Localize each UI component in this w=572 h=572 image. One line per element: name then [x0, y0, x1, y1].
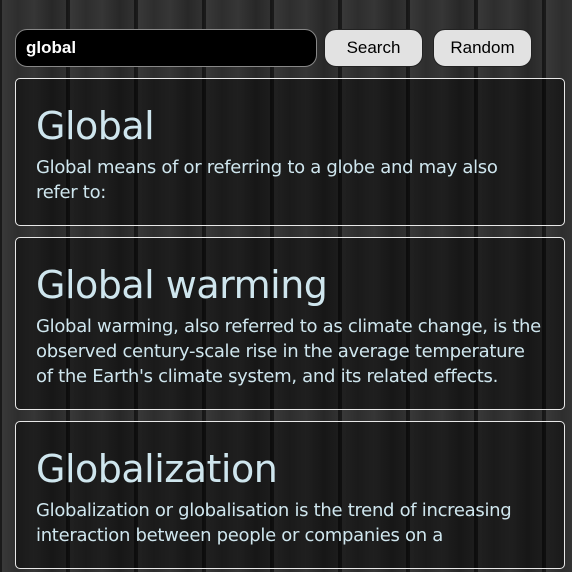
search-button[interactable]: Search — [324, 29, 423, 67]
result-title: Global — [36, 104, 155, 148]
result-description: Global means of or referring to a globe … — [36, 157, 498, 203]
search-bar: Search Random — [15, 29, 535, 69]
result-description: Global warming, also referred to as clim… — [36, 316, 541, 387]
result-description: Globalization or globalisation is the tr… — [36, 500, 512, 546]
result-card[interactable]: Globalization Globalization or globalisa… — [15, 421, 565, 569]
results-list: Global Global means of or referring to a… — [15, 78, 565, 572]
random-button[interactable]: Random — [433, 29, 532, 67]
page: { "search": { "value": "global", "search… — [0, 0, 572, 572]
result-title: Global warming — [36, 263, 328, 307]
result-title: Globalization — [36, 447, 278, 491]
result-card[interactable]: Global Global means of or referring to a… — [15, 78, 565, 226]
result-card[interactable]: Global warming Global warming, also refe… — [15, 237, 565, 410]
search-input[interactable] — [15, 29, 317, 67]
